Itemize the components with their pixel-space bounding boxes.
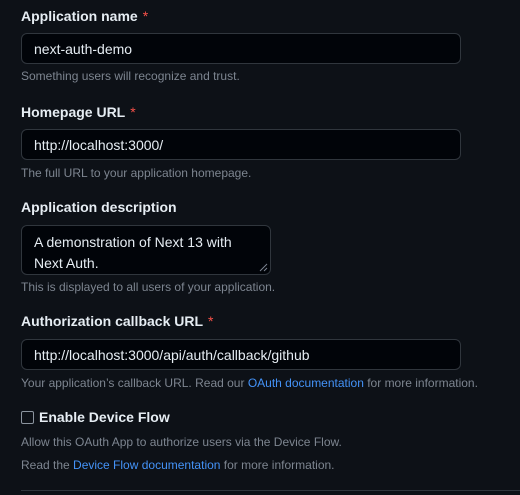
homepage-url-label: Homepage URL * bbox=[21, 102, 136, 122]
device-flow-documentation-link[interactable]: Device Flow documentation bbox=[73, 458, 220, 472]
app-name-label-text: Application name bbox=[21, 8, 138, 24]
callback-hint-prefix: Your application’s callback URL. Read ou… bbox=[21, 376, 248, 390]
section-divider bbox=[21, 490, 520, 491]
description-textarea[interactable]: A demonstration of Next 13 with Next Aut… bbox=[21, 225, 271, 275]
required-marker: * bbox=[142, 8, 149, 24]
device-flow-checkbox[interactable] bbox=[21, 410, 34, 424]
description-label-text: Application description bbox=[21, 199, 177, 215]
app-name-hint: Something users will recognize and trust… bbox=[21, 69, 240, 83]
resize-handle-icon[interactable] bbox=[259, 263, 268, 272]
app-name-value: next-auth-demo bbox=[34, 40, 133, 57]
homepage-url-label-text: Homepage URL bbox=[21, 104, 126, 120]
description-field: Application description bbox=[21, 197, 177, 217]
oauth-documentation-link[interactable]: OAuth documentation bbox=[248, 376, 364, 390]
device-flow-read-prefix: Read the bbox=[21, 458, 74, 472]
callback-url-label-text: Authorization callback URL bbox=[21, 313, 204, 329]
callback-url-hint: Your application’s callback URL. Read ou… bbox=[21, 375, 478, 391]
device-flow-label-text: Enable Device Flow bbox=[39, 409, 170, 425]
required-marker: * bbox=[130, 104, 136, 120]
homepage-url-input[interactable]: http://localhost:3000/ bbox=[21, 129, 461, 160]
homepage-url-field: Homepage URL * bbox=[21, 102, 136, 122]
app-name-label: Application name * bbox=[21, 6, 148, 26]
homepage-url-hint: The full URL to your application homepag… bbox=[21, 166, 252, 180]
description-hint: This is displayed to all users of your a… bbox=[21, 280, 276, 294]
required-marker: * bbox=[208, 313, 214, 329]
device-flow-field: Enable Device Flow bbox=[21, 407, 170, 427]
device-flow-description: Allow this OAuth App to authorize users … bbox=[21, 435, 342, 449]
device-flow-read-more: Read the Device Flow documentation for m… bbox=[21, 457, 335, 473]
device-flow-label[interactable]: Enable Device Flow bbox=[21, 407, 170, 427]
callback-url-field: Authorization callback URL * bbox=[21, 311, 213, 331]
description-value: A demonstration of Next 13 with Next Aut… bbox=[34, 234, 232, 271]
callback-url-label: Authorization callback URL * bbox=[21, 311, 213, 331]
callback-url-input[interactable]: http://localhost:3000/api/auth/callback/… bbox=[21, 339, 461, 370]
homepage-url-value: http://localhost:3000/ bbox=[34, 136, 164, 153]
device-flow-read-suffix: for more information. bbox=[220, 458, 335, 472]
app-name-input[interactable]: next-auth-demo bbox=[21, 33, 461, 64]
app-name-field: Application name * bbox=[21, 6, 148, 26]
callback-url-value: http://localhost:3000/api/auth/callback/… bbox=[34, 346, 310, 363]
description-label: Application description bbox=[21, 197, 177, 217]
callback-hint-suffix: for more information. bbox=[363, 376, 478, 390]
